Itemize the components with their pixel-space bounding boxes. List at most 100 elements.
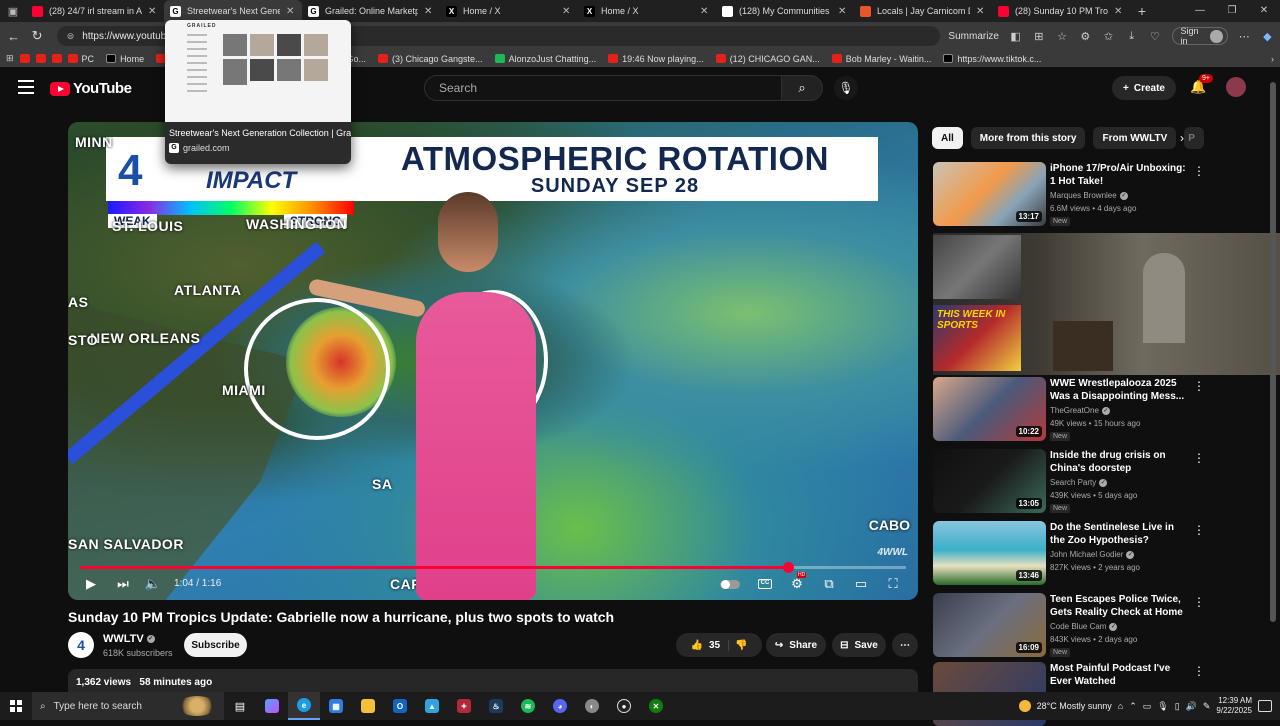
obs-icon[interactable]: ● bbox=[608, 692, 640, 720]
close-tab-icon[interactable]: ✕ bbox=[976, 6, 986, 17]
edge-browser-icon[interactable]: e bbox=[288, 692, 320, 720]
battery-icon[interactable]: ▯ bbox=[1175, 701, 1180, 712]
menu-icon[interactable] bbox=[18, 80, 34, 98]
filter-chip[interactable]: All bbox=[932, 127, 963, 149]
bookmarks-overflow-icon[interactable]: › bbox=[1271, 54, 1274, 64]
scrubber-handle[interactable] bbox=[782, 562, 794, 573]
recommended-channel[interactable]: Marques Brownlee ✓ bbox=[1050, 191, 1128, 200]
subscribe-button[interactable]: Subscribe bbox=[184, 633, 247, 657]
browser-tab[interactable]: X Home / X ✕ bbox=[578, 0, 716, 22]
site-info-icon[interactable]: ⊜ bbox=[67, 31, 75, 42]
notification-center-icon[interactable] bbox=[1258, 700, 1272, 712]
recommended-title[interactable]: iPhone 17/Pro/Air Unboxing: 1 Hot Take! bbox=[1050, 162, 1190, 188]
download-icon[interactable]: ⤓ bbox=[1125, 30, 1138, 43]
scrollbar-thumb[interactable] bbox=[1270, 82, 1276, 622]
more-vertical-icon[interactable]: ⋮ bbox=[1193, 451, 1205, 465]
copilot-taskbar-icon[interactable] bbox=[256, 692, 288, 720]
browser-essentials-icon[interactable]: ♡ bbox=[1148, 30, 1161, 43]
close-window-icon[interactable]: ✕ bbox=[1248, 0, 1280, 22]
bookmark-item[interactable]: (3) Chicago Gangste... bbox=[378, 54, 483, 64]
more-menu-icon[interactable]: ⋯ bbox=[1238, 30, 1251, 43]
xbox-icon[interactable]: ✕ bbox=[640, 692, 672, 720]
recommended-channel[interactable]: Code Blue Cam ✓ bbox=[1050, 622, 1118, 631]
volume-icon[interactable]: 🔊 bbox=[1186, 701, 1197, 712]
page-scrollbar[interactable] bbox=[1270, 82, 1276, 682]
fullscreen-button[interactable]: ⛶ bbox=[884, 575, 902, 593]
recommended-channel[interactable]: Search Party ✓ bbox=[1050, 478, 1108, 487]
video-player[interactable]: 4 WEATHER IMPACT ATMOSPHERIC ROTATION SU… bbox=[68, 122, 918, 600]
chevron-right-icon[interactable]: › bbox=[1180, 131, 1184, 145]
filter-chip[interactable]: P bbox=[1184, 127, 1205, 149]
microphone-icon[interactable]: 🎙 bbox=[1157, 701, 1168, 712]
browser-tab[interactable]: G Grailed: Online Marketplac ✕ bbox=[302, 0, 440, 22]
reader-icon[interactable]: ◧ bbox=[1009, 30, 1022, 43]
refresh-icon[interactable]: ↻ bbox=[29, 28, 44, 44]
browser-tab[interactable]: (128) My Communities - d ✕ bbox=[716, 0, 854, 22]
close-tab-icon[interactable]: ✕ bbox=[148, 6, 158, 17]
bookmark-youtube-icon[interactable] bbox=[19, 54, 30, 63]
miniplayer-button[interactable]: ⧉ bbox=[820, 575, 838, 593]
maximize-icon[interactable]: ❐ bbox=[1216, 0, 1248, 22]
channel-name[interactable]: WWLTV ✓ bbox=[103, 633, 155, 645]
autoplay-toggle[interactable] bbox=[720, 580, 740, 589]
settings-button[interactable]: ⚙ HD bbox=[788, 572, 807, 593]
bookmark-item[interactable]: Home bbox=[106, 54, 144, 64]
recommended-title[interactable]: Most Painful Podcast I've Ever Watched bbox=[1050, 662, 1190, 688]
back-icon[interactable]: ← bbox=[6, 29, 21, 44]
youtube-logo[interactable]: YouTube bbox=[50, 80, 132, 97]
outlook-icon[interactable]: O bbox=[384, 692, 416, 720]
filter-chip[interactable]: From WWLTV bbox=[1093, 127, 1177, 149]
progress-bar[interactable] bbox=[80, 562, 906, 573]
account-avatar[interactable] bbox=[1226, 77, 1246, 97]
browser-tab[interactable]: (28) Sunday 10 PM Tropics ✕ bbox=[992, 0, 1130, 22]
sign-in-button[interactable]: Sign in bbox=[1171, 26, 1228, 46]
photos-icon[interactable]: ▲ bbox=[416, 692, 448, 720]
network-icon[interactable]: ▭ bbox=[1143, 701, 1152, 712]
extensions-icon[interactable]: ⚙ bbox=[1079, 30, 1092, 43]
video-thumbnail[interactable]: 13:05 bbox=[933, 449, 1046, 513]
filter-chip[interactable]: More from this story bbox=[970, 127, 1086, 149]
save-button[interactable]: ⊟ Save bbox=[832, 633, 886, 657]
taskbar-search[interactable]: ⌕ Type here to search bbox=[32, 692, 224, 720]
bookmark-item[interactable]: PC bbox=[67, 54, 94, 64]
bookmark-item[interactable]: 19:46 Now playing... bbox=[608, 54, 704, 64]
video-thumbnail[interactable]: 16:09 bbox=[933, 593, 1046, 657]
video-thumbnail[interactable]: 13:17 bbox=[933, 162, 1046, 226]
channel-avatar[interactable]: 4 bbox=[68, 632, 94, 658]
clock[interactable]: 12:39 AM 9/22/2025 bbox=[1216, 696, 1252, 716]
store-icon[interactable]: ▦ bbox=[320, 692, 352, 720]
close-tab-icon[interactable]: ✕ bbox=[286, 6, 296, 17]
recommended-video[interactable]: 16:09 Teen Escapes Police Twice, Gets Rea… bbox=[933, 593, 1263, 657]
recommended-video[interactable]: 10:22 WWE Wrestlepalooza 2025 Was a Disap… bbox=[933, 377, 1263, 441]
apps-icon[interactable]: ⊞ bbox=[1032, 30, 1045, 43]
more-vertical-icon[interactable]: ⋮ bbox=[1193, 379, 1205, 393]
close-tab-icon[interactable]: ✕ bbox=[838, 6, 848, 17]
close-tab-icon[interactable]: ✕ bbox=[1114, 6, 1124, 17]
create-button[interactable]: + Create bbox=[1112, 76, 1176, 100]
more-vertical-icon[interactable]: ⋮ bbox=[1193, 595, 1205, 609]
pen-icon[interactable]: ✎ bbox=[1203, 701, 1211, 712]
bookmark-item[interactable]: AlonzoJust Chatting... bbox=[494, 54, 596, 64]
video-thumbnail[interactable]: 13:46 bbox=[933, 521, 1046, 585]
collections-icon[interactable]: ✩ bbox=[1102, 30, 1115, 43]
more-vertical-icon[interactable]: ⋮ bbox=[1193, 523, 1205, 537]
bookmark-youtube-icon[interactable] bbox=[35, 54, 46, 63]
dislike-button[interactable]: 👎 bbox=[735, 640, 747, 651]
volume-button[interactable]: 🔈 bbox=[144, 575, 162, 593]
recommended-video[interactable]: 13:05 Inside the drug crisis on China's d… bbox=[933, 449, 1263, 513]
video-thumbnail[interactable]: 10:22 bbox=[933, 377, 1046, 441]
more-vertical-icon[interactable]: ⋮ bbox=[1193, 664, 1205, 678]
like-button[interactable]: 👍 35 bbox=[690, 639, 730, 651]
notifications-button[interactable]: 🔔 9+ bbox=[1190, 74, 1213, 95]
weather-text[interactable]: 28°C Mostly sunny bbox=[1037, 701, 1112, 711]
share-button[interactable]: ↪ Share bbox=[766, 633, 826, 657]
browser-tab[interactable]: X Home / X ✕ bbox=[440, 0, 578, 22]
task-view-icon[interactable]: ▤ bbox=[224, 692, 256, 720]
captions-button[interactable]: CC bbox=[756, 575, 774, 593]
play-button[interactable]: ▶ bbox=[82, 575, 100, 593]
people-icon[interactable]: ⌂ bbox=[1118, 701, 1123, 711]
recommended-title[interactable]: Do the Sentinelese Live in the Zoo Hypot… bbox=[1050, 521, 1190, 547]
browser-tab[interactable]: Locals | Jay Carnicom DAP ✕ bbox=[854, 0, 992, 22]
apps-grid-icon[interactable]: ⊞ bbox=[6, 53, 14, 64]
app-icon-red[interactable]: ✦ bbox=[448, 692, 480, 720]
